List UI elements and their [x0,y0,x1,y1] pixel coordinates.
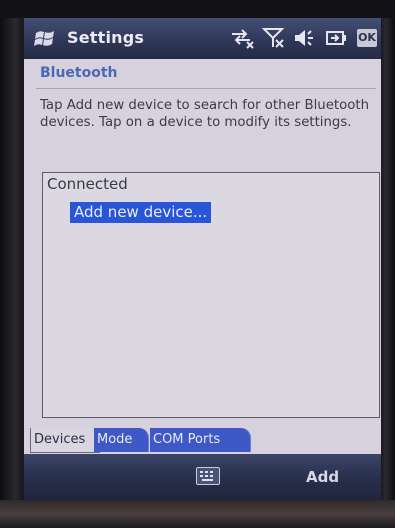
tab-strip: Devices Mode COM Ports [24,428,381,454]
tab-com-ports[interactable]: COM Ports [150,428,251,452]
device-bezel-left [0,0,22,528]
device-list[interactable]: Connected Add new device... [42,172,380,418]
header-divider [36,88,376,89]
start-flag-icon[interactable] [34,28,56,48]
signal-off-icon[interactable] [262,27,286,49]
keyboard-icon[interactable] [196,467,220,485]
list-group-header: Connected [47,175,128,193]
title-bar: Settings OK [24,18,381,59]
battery-icon[interactable] [324,27,348,49]
window-title[interactable]: Settings [67,28,144,47]
tab-mode[interactable]: Mode [94,428,149,452]
menu-bar: Add [24,454,381,500]
device-bezel-bottom [0,500,395,528]
add-new-device-item[interactable]: Add new device... [70,202,212,223]
device-screen: Settings OK Bluetooth Tap Add new device… [24,18,381,500]
device-bezel-top [0,0,395,18]
instructions-text: Tap Add new device to search for other B… [40,98,369,130]
tab-devices[interactable]: Devices [30,428,100,453]
device-bezel-right [381,0,395,528]
connectivity-icon[interactable] [229,27,255,49]
speaker-muted-icon[interactable] [292,27,314,49]
ok-button[interactable]: OK [357,29,377,47]
page-title: Bluetooth [40,65,118,81]
add-softkey[interactable]: Add [306,468,339,486]
